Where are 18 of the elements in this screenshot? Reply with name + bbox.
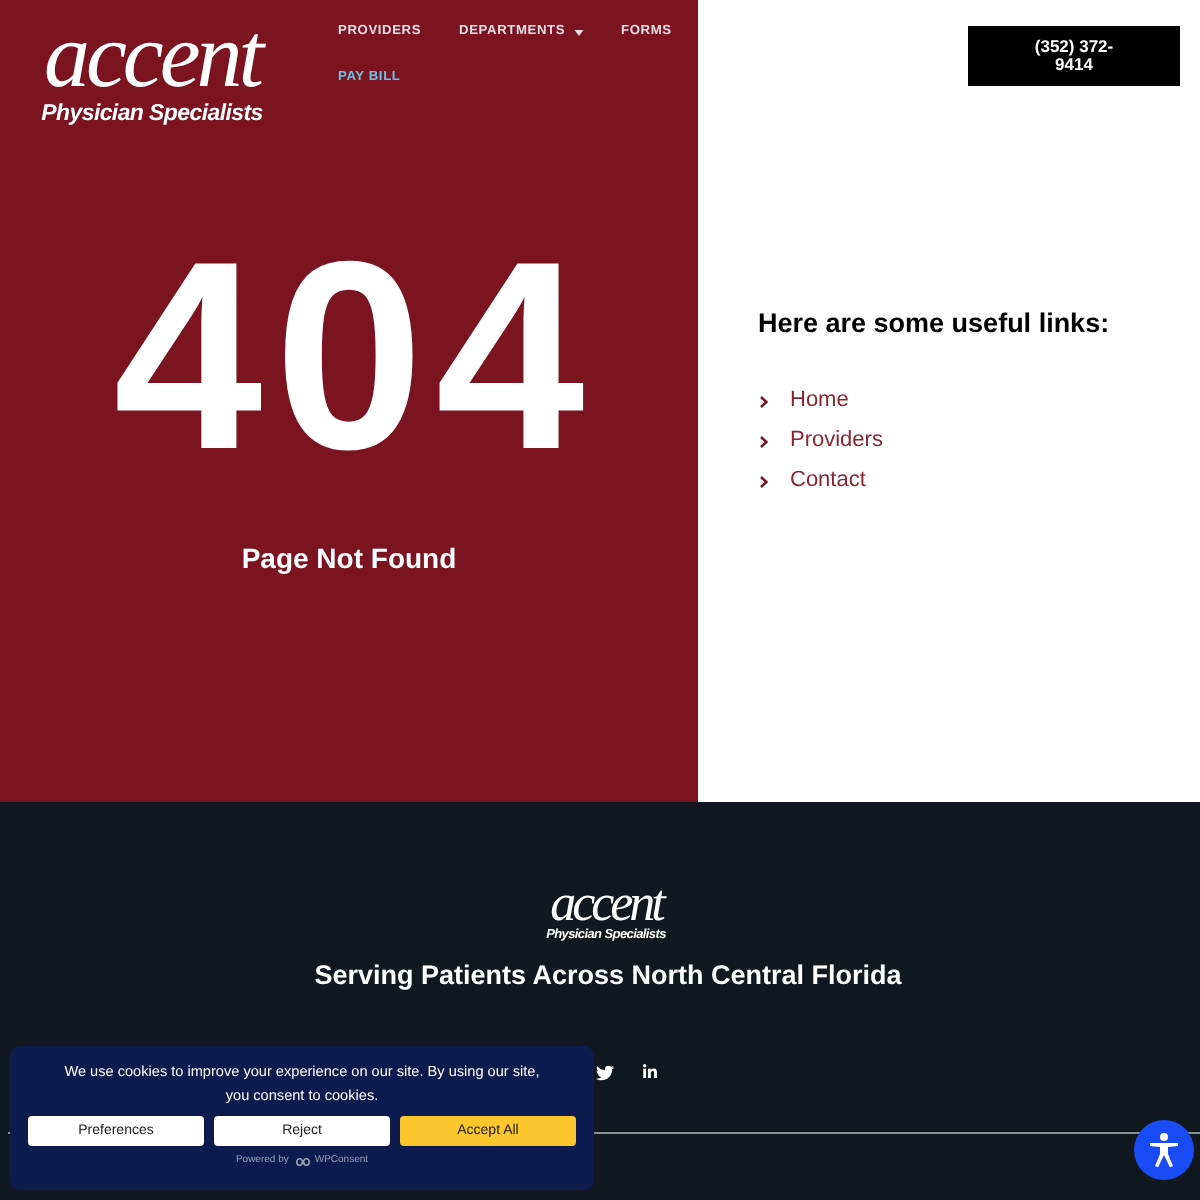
accessibility-icon[interactable] <box>1134 1120 1194 1180</box>
phone-button[interactable]: (352) 372-9414 <box>968 26 1180 86</box>
twitter-bird-icon[interactable] <box>596 1063 614 1082</box>
logo-wordmark: accent <box>43 10 261 102</box>
logo-wordmark: accent <box>550 878 662 930</box>
links-heading: Here are some useful links: <box>758 306 1112 342</box>
consent-logo-icon <box>296 1157 311 1165</box>
chevron-right-icon <box>760 475 768 488</box>
footer-tagline: Serving Patients Across North Central Florida <box>312 957 904 994</box>
error-code: 404 <box>111 223 597 491</box>
useful-link[interactable]: Providers <box>790 428 883 455</box>
chevron-right-icon <box>760 435 768 448</box>
logo-tagline: Physician Specialists <box>41 104 263 127</box>
error-message: Page Not Found <box>241 539 457 578</box>
chevron-right-icon <box>760 395 768 408</box>
linkedin-icon[interactable] <box>642 1064 658 1081</box>
useful-link[interactable]: Contact <box>790 468 866 495</box>
useful-link[interactable]: Home <box>790 388 849 415</box>
